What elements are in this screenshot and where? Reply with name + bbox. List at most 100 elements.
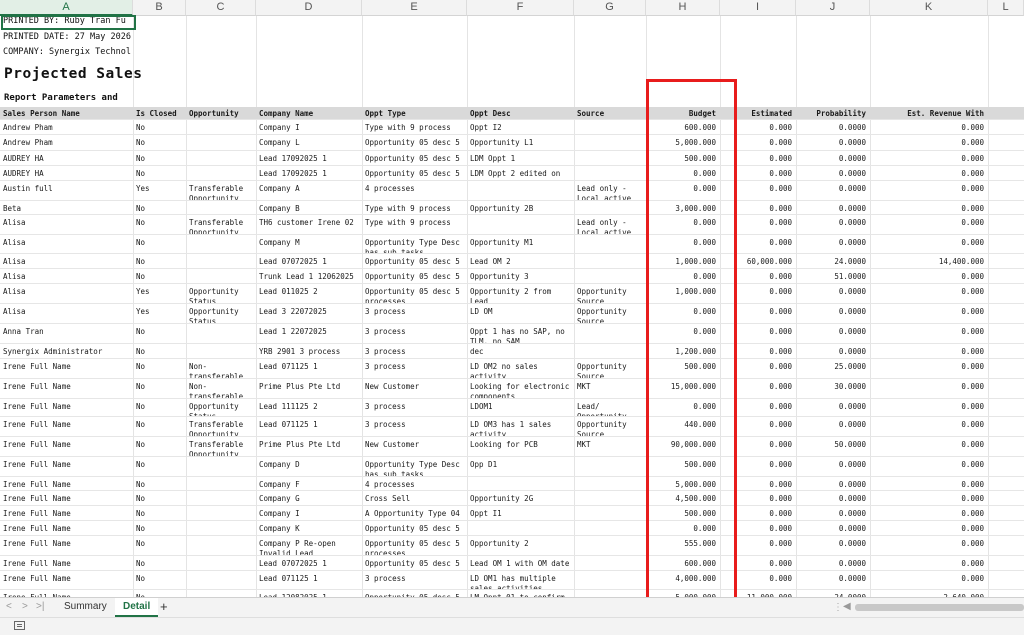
table-cell[interactable]: 0.000: [870, 399, 988, 416]
table-cell[interactable]: [574, 521, 646, 535]
table-cell[interactable]: 3 process: [362, 571, 467, 589]
table-cell[interactable]: Beta: [0, 201, 133, 214]
table-cell[interactable]: 0.000: [870, 324, 988, 343]
table-cell[interactable]: 0.000: [870, 571, 988, 589]
table-cell[interactable]: 0.000: [720, 457, 796, 476]
table-cell[interactable]: [186, 536, 256, 555]
table-cell[interactable]: 4 processes: [362, 477, 467, 490]
table-cell[interactable]: Opportunity 05 desc 5 processes: [362, 284, 467, 303]
table-cell[interactable]: 0.0000: [796, 324, 870, 343]
table-cell[interactable]: [186, 521, 256, 535]
table-header-cell[interactable]: Est. Revenue With: [870, 107, 988, 119]
table-cell[interactable]: 0.000: [720, 304, 796, 323]
table-cell[interactable]: [574, 254, 646, 268]
table-cell[interactable]: 5,000.000: [646, 590, 720, 597]
table-cell[interactable]: Lead OM 2: [467, 254, 574, 268]
table-cell[interactable]: 1,200.000: [646, 344, 720, 358]
table-cell[interactable]: 0.000: [870, 556, 988, 570]
table-cell[interactable]: 0.0000: [796, 521, 870, 535]
table-cell[interactable]: No: [133, 215, 186, 234]
sheet-view-icon[interactable]: [14, 621, 25, 630]
table-cell[interactable]: Irene Full Name: [0, 571, 133, 589]
table-cell[interactable]: Alisa: [0, 215, 133, 234]
table-cell[interactable]: [186, 235, 256, 253]
table-cell[interactable]: Opportunity Type Desc has sub tasks: [362, 457, 467, 476]
report-parameters-label[interactable]: Report Parameters and: [4, 93, 118, 103]
table-cell[interactable]: Alisa: [0, 254, 133, 268]
table-cell[interactable]: Transferable Opportunity: [186, 437, 256, 456]
table-cell[interactable]: Lead only - Local active: [574, 215, 646, 234]
table-cell[interactable]: 0.000: [870, 304, 988, 323]
table-cell[interactable]: 600.000: [646, 120, 720, 134]
table-cell[interactable]: 3 process: [362, 344, 467, 358]
table-cell[interactable]: 0.000: [870, 120, 988, 134]
table-header-cell[interactable]: Probability: [796, 107, 870, 119]
company-cell[interactable]: COMPANY: Synergix Technol: [3, 47, 131, 57]
table-cell[interactable]: [186, 254, 256, 268]
table-cell[interactable]: Company L: [256, 135, 362, 150]
table-cell[interactable]: Opportunity M1: [467, 235, 574, 253]
table-cell[interactable]: [574, 457, 646, 476]
table-cell[interactable]: 30.0000: [796, 379, 870, 398]
table-cell[interactable]: 0.000: [720, 269, 796, 283]
table-cell[interactable]: LM Oppt 01 to confirm: [467, 590, 574, 597]
table-cell[interactable]: 0.0000: [796, 215, 870, 234]
table-cell[interactable]: 0.000: [646, 521, 720, 535]
table-cell[interactable]: 440.000: [646, 417, 720, 436]
table-header-cell[interactable]: Company Name: [256, 107, 362, 119]
column-header-c[interactable]: C: [186, 0, 256, 16]
table-cell[interactable]: 0.000: [720, 120, 796, 134]
printed-date-cell[interactable]: PRINTED DATE: 27 May 2026: [3, 32, 131, 42]
table-cell[interactable]: 0.000: [646, 166, 720, 180]
tab-detail[interactable]: Detail: [115, 598, 159, 617]
table-cell[interactable]: No: [133, 417, 186, 436]
table-cell[interactable]: No: [133, 536, 186, 555]
column-header-a[interactable]: A: [0, 0, 133, 16]
table-cell[interactable]: 0.000: [646, 215, 720, 234]
table-cell[interactable]: [467, 521, 574, 535]
table-cell[interactable]: Irene Full Name: [0, 556, 133, 570]
table-cell[interactable]: Lead 071125 1: [256, 359, 362, 378]
table-cell[interactable]: 25.0000: [796, 359, 870, 378]
table-cell[interactable]: [186, 324, 256, 343]
table-cell[interactable]: 3 process: [362, 359, 467, 378]
table-cell[interactable]: 0.0000: [796, 120, 870, 134]
table-cell[interactable]: 0.000: [646, 399, 720, 416]
table-cell[interactable]: 0.0000: [796, 181, 870, 200]
table-cell[interactable]: 4,000.000: [646, 571, 720, 589]
table-cell[interactable]: [574, 151, 646, 165]
table-cell[interactable]: Opportunity Status: [186, 284, 256, 303]
table-cell[interactable]: [574, 571, 646, 589]
table-cell[interactable]: Looking for electronic components: [467, 379, 574, 398]
table-cell[interactable]: 0.0000: [796, 151, 870, 165]
table-cell[interactable]: 0.0000: [796, 166, 870, 180]
table-cell[interactable]: 90,000.000: [646, 437, 720, 456]
table-cell[interactable]: 14,400.000: [870, 254, 988, 268]
table-cell[interactable]: Lead 011025 2: [256, 284, 362, 303]
table-cell[interactable]: [574, 536, 646, 555]
table-cell[interactable]: Alisa: [0, 269, 133, 283]
table-cell[interactable]: 0.000: [870, 417, 988, 436]
table-cell[interactable]: [574, 235, 646, 253]
column-header-b[interactable]: B: [133, 0, 186, 16]
table-cell[interactable]: 0.0000: [796, 284, 870, 303]
table-cell[interactable]: Type with 9 process: [362, 201, 467, 214]
table-cell[interactable]: Irene Full Name: [0, 359, 133, 378]
table-cell[interactable]: 0.000: [870, 506, 988, 520]
table-cell[interactable]: [574, 324, 646, 343]
table-cell[interactable]: Irene Full Name: [0, 590, 133, 597]
column-header-h[interactable]: H: [646, 0, 720, 16]
table-cell[interactable]: Type with 9 process: [362, 120, 467, 134]
table-cell[interactable]: 0.000: [720, 477, 796, 490]
table-cell[interactable]: New Customer: [362, 379, 467, 398]
table-cell[interactable]: No: [133, 457, 186, 476]
table-cell[interactable]: No: [133, 571, 186, 589]
table-cell[interactable]: 0.000: [720, 344, 796, 358]
table-cell[interactable]: [574, 556, 646, 570]
table-cell[interactable]: 0.000: [720, 506, 796, 520]
table-cell[interactable]: Yes: [133, 284, 186, 303]
table-cell[interactable]: AUDREY HA: [0, 166, 133, 180]
table-cell[interactable]: [574, 201, 646, 214]
table-cell[interactable]: Opportunity Source: [574, 359, 646, 378]
table-cell[interactable]: 0.000: [870, 491, 988, 505]
